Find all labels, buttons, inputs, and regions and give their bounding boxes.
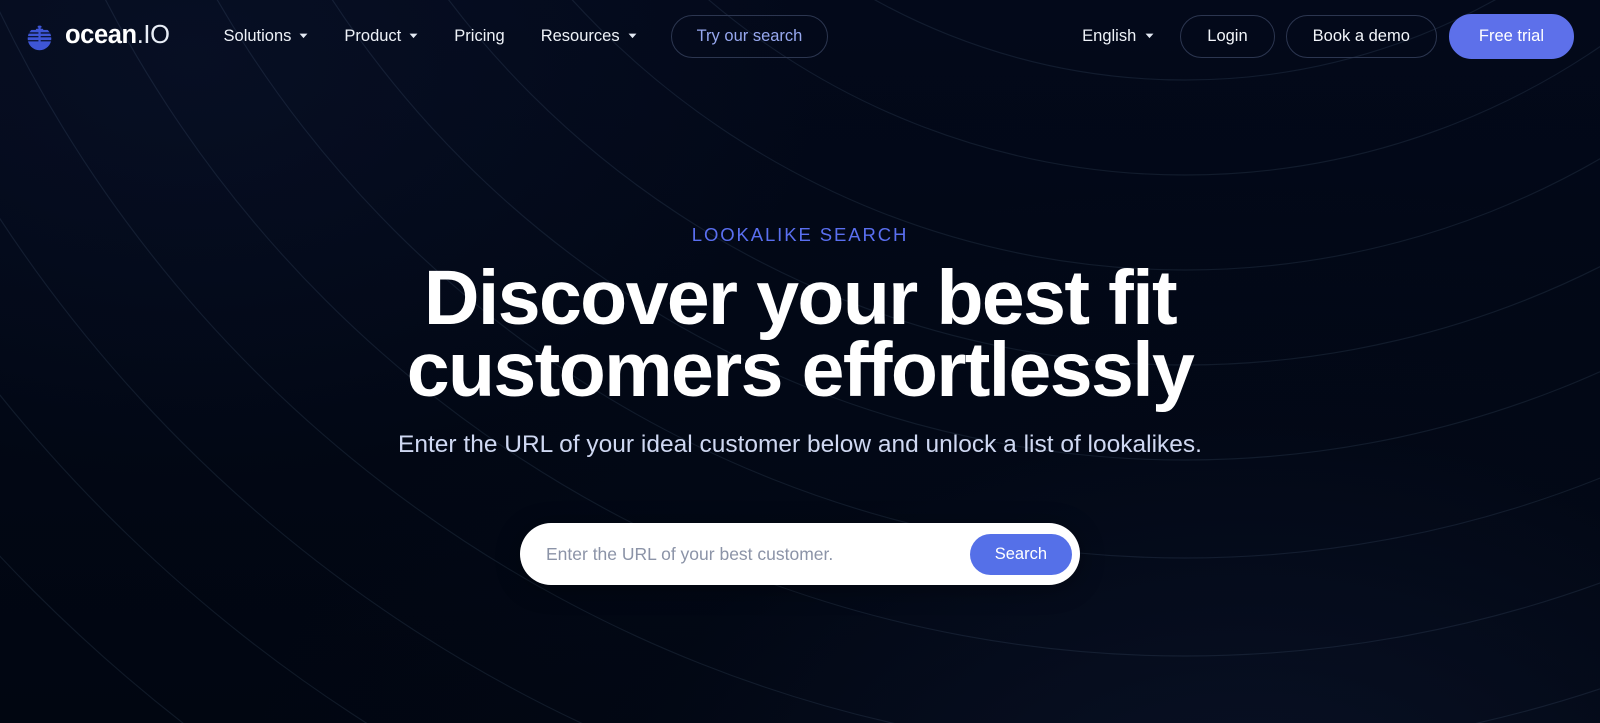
logo-home-link[interactable]: ocean .IO	[24, 21, 170, 52]
search-input[interactable]	[546, 543, 970, 565]
chevron-down-icon	[628, 33, 637, 39]
try-our-search-button[interactable]: Try our search	[670, 14, 829, 58]
logo-word-primary: ocean	[65, 21, 137, 50]
logo-wordmark: ocean .IO	[65, 23, 170, 49]
book-a-demo-button[interactable]: Book a demo	[1285, 14, 1437, 58]
language-selector[interactable]: English	[1070, 19, 1166, 54]
hero-eyebrow-label: LOOKALIKE SEARCH	[691, 224, 909, 245]
login-button[interactable]: Login	[1180, 14, 1275, 58]
navbar-left-group: ocean .IO Solutions Product Pricing Resou…	[24, 14, 829, 58]
hero-subheadline: Enter the URL of your ideal customer bel…	[398, 431, 1202, 459]
language-selector-label: English	[1082, 26, 1137, 45]
ocean-globe-logo-icon	[27, 25, 52, 50]
chevron-down-icon	[299, 33, 308, 39]
nav-item-pricing[interactable]: Pricing	[436, 19, 522, 54]
nav-item-solutions[interactable]: Solutions	[206, 19, 327, 54]
chevron-down-icon	[1145, 33, 1154, 39]
logo-word-secondary: .IO	[136, 21, 170, 50]
page-title: Discover your best fit customers effortl…	[340, 260, 1260, 409]
hero-section: LOOKALIKE SEARCH Discover your best fit …	[0, 72, 1600, 585]
top-navigation-bar: ocean .IO Solutions Product Pricing Resou…	[0, 0, 1600, 72]
navbar-menu: Solutions Product Pricing Resources	[206, 19, 655, 54]
headline-line-2: customers effortlessly	[406, 326, 1195, 413]
search-button[interactable]: Search	[969, 533, 1072, 575]
nav-item-label: Product	[344, 26, 402, 45]
free-trial-button[interactable]: Free trial	[1448, 13, 1574, 59]
nav-item-label: Resources	[540, 26, 620, 45]
nav-item-label: Pricing	[454, 26, 505, 45]
lookalike-search-bar: Search	[520, 523, 1080, 585]
navbar-right-group: English Login Book a demo Free trial	[1070, 13, 1574, 59]
nav-item-resources[interactable]: Resources	[523, 19, 655, 54]
chevron-down-icon	[409, 33, 418, 39]
nav-item-product[interactable]: Product	[326, 19, 436, 54]
nav-item-label: Solutions	[223, 26, 292, 45]
